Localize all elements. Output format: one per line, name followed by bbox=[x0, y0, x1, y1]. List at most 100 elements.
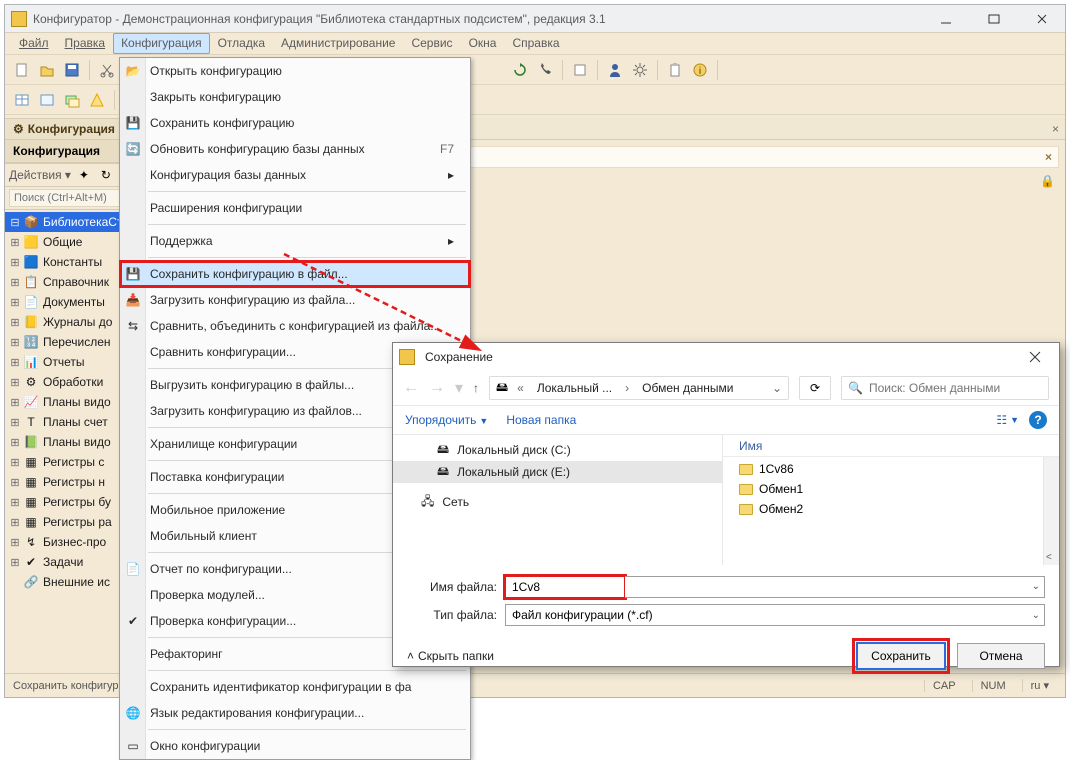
dialog-fields: Имя файла: 1Cv8 ⌄ Тип файла: Файл конфиг… bbox=[393, 565, 1059, 637]
menu-debug[interactable]: Отладка bbox=[210, 33, 273, 54]
gear-small-icon: ⚙ bbox=[13, 122, 24, 136]
menu-lang[interactable]: 🌐Язык редактирования конфигурации... bbox=[120, 700, 470, 726]
main-window: Конфигуратор - Демонстрационная конфигур… bbox=[4, 4, 1066, 698]
view-list-icon: ☷ bbox=[996, 413, 1007, 427]
dialog-app-icon bbox=[399, 349, 415, 365]
compare-merge-icon: ⇆ bbox=[124, 317, 142, 335]
chevron-down-icon[interactable]: ⌄ bbox=[769, 381, 788, 395]
menubar: Файл Правка Конфигурация Отладка Админис… bbox=[5, 33, 1065, 55]
table-icon[interactable] bbox=[11, 89, 33, 111]
disk-icon: 🖴 bbox=[437, 462, 449, 483]
menu-compare-merge[interactable]: ⇆Сравнить, объединить с конфигурацией из… bbox=[120, 313, 470, 339]
dialog-footer: ˄Скрыть папки Сохранить Отмена bbox=[393, 637, 1059, 671]
dialog-search[interactable]: 🔍 bbox=[841, 376, 1049, 400]
file-item[interactable]: Обмен2 bbox=[723, 499, 1059, 519]
nav-up-icon[interactable]: ↑ bbox=[473, 381, 479, 395]
help-button[interactable]: ? bbox=[1029, 411, 1047, 429]
refresh-button[interactable]: ⟳ bbox=[799, 376, 831, 400]
nav-drive-c[interactable]: 🖴Локальный диск (C:) bbox=[393, 439, 722, 461]
folder-open-icon: 📂 bbox=[124, 62, 142, 80]
menu-update-db[interactable]: 🔄Обновить конфигурацию базы данныхF7 bbox=[120, 136, 470, 162]
network-icon: 🖧 bbox=[421, 492, 434, 513]
menu-file[interactable]: Файл bbox=[11, 33, 57, 54]
status-lang[interactable]: ru ▾ bbox=[1022, 679, 1057, 692]
clipboard-icon[interactable] bbox=[664, 59, 686, 81]
save-button[interactable]: Сохранить bbox=[857, 643, 945, 669]
cut-icon[interactable] bbox=[96, 59, 118, 81]
nav-network[interactable]: 🖧Сеть bbox=[393, 491, 722, 513]
view-mode-button[interactable]: ☷▼ bbox=[996, 413, 1019, 427]
menu-save-to-file[interactable]: 💾Сохранить конфигурацию в файл... bbox=[120, 261, 470, 287]
report-icon: 📄 bbox=[124, 560, 142, 578]
dialog-search-input[interactable] bbox=[867, 380, 1042, 396]
minimize-button[interactable] bbox=[929, 9, 963, 29]
cancel-button[interactable]: Отмена bbox=[957, 643, 1045, 669]
file-item[interactable]: Обмен1 bbox=[723, 479, 1059, 499]
filetype-row: Тип файла: Файл конфигурации (*.cf)⌄ bbox=[407, 601, 1045, 629]
menu-service[interactable]: Сервис bbox=[403, 33, 460, 54]
menu-open-config[interactable]: 📂Открыть конфигурацию bbox=[120, 58, 470, 84]
save-icon[interactable] bbox=[61, 59, 83, 81]
titlebar: Конфигуратор - Демонстрационная конфигур… bbox=[5, 5, 1065, 33]
menu-help[interactable]: Справка bbox=[504, 33, 567, 54]
nav-back-icon[interactable]: ← bbox=[403, 379, 419, 397]
menu-window-config[interactable]: ▭Окно конфигурации bbox=[120, 733, 470, 759]
nav-fwd-icon[interactable]: → bbox=[429, 379, 445, 397]
nav-tree: 🖴Локальный диск (C:) 🖴Локальный диск (E:… bbox=[393, 435, 723, 565]
refresh-icon[interactable] bbox=[509, 59, 531, 81]
svg-text:i: i bbox=[699, 66, 701, 77]
close-button[interactable] bbox=[1025, 9, 1059, 29]
db-refresh-icon: 🔄 bbox=[124, 140, 142, 158]
doc-search-close-icon[interactable]: × bbox=[1039, 150, 1058, 164]
menu-config[interactable]: Конфигурация bbox=[113, 33, 210, 54]
action-btn-1[interactable]: ✦ bbox=[75, 166, 93, 184]
file-item[interactable]: 1Cv86 bbox=[723, 459, 1059, 479]
layer-icon[interactable] bbox=[61, 89, 83, 111]
drive-icon: 🖴 bbox=[496, 378, 508, 399]
dialog-close-button[interactable] bbox=[1017, 347, 1053, 367]
menu-extensions[interactable]: Расширения конфигурации bbox=[120, 195, 470, 221]
menu-load-from-file[interactable]: 📥Загрузить конфигурацию из файла... bbox=[120, 287, 470, 313]
filename-ext[interactable]: ⌄ bbox=[625, 576, 1045, 598]
menu-save-config[interactable]: 💾Сохранить конфигурацию bbox=[120, 110, 470, 136]
window-title: Конфигуратор - Демонстрационная конфигур… bbox=[33, 12, 929, 26]
menu-db-config[interactable]: Конфигурация базы данных▸ bbox=[120, 162, 470, 188]
open-icon[interactable] bbox=[36, 59, 58, 81]
save-dialog: Сохранение ← → ▾ ↑ 🖴 « Локальный ... › О… bbox=[392, 342, 1060, 667]
nav-recent-icon[interactable]: ▾ bbox=[455, 378, 463, 398]
col-name-header[interactable]: Имя bbox=[723, 435, 1059, 457]
save-file-icon: 💾 bbox=[124, 265, 142, 283]
menu-windows[interactable]: Окна bbox=[461, 33, 505, 54]
warning-icon[interactable] bbox=[86, 89, 108, 111]
newfolder-button[interactable]: Новая папка bbox=[506, 413, 576, 427]
filename-label: Имя файла: bbox=[407, 580, 505, 594]
info-icon[interactable]: i bbox=[689, 59, 711, 81]
call-icon[interactable] bbox=[534, 59, 556, 81]
status-num: NUM bbox=[972, 680, 1014, 692]
new-icon[interactable] bbox=[11, 59, 33, 81]
scrollbar[interactable]: < bbox=[1043, 457, 1059, 565]
copy2-icon[interactable] bbox=[569, 59, 591, 81]
menu-save-id[interactable]: Сохранить идентификатор конфигурации в ф… bbox=[120, 674, 470, 700]
nav-drive-e[interactable]: 🖴Локальный диск (E:) bbox=[393, 461, 722, 483]
organize-button[interactable]: Упорядочить▼ bbox=[405, 413, 488, 427]
gear-icon[interactable] bbox=[629, 59, 651, 81]
filetype-select[interactable]: Файл конфигурации (*.cf)⌄ bbox=[505, 604, 1045, 626]
menu-close-config[interactable]: Закрыть конфигурацию bbox=[120, 84, 470, 110]
dialog-nav: ← → ▾ ↑ 🖴 « Локальный ... › Обмен данным… bbox=[393, 371, 1059, 405]
hide-folders-link[interactable]: ˄Скрыть папки bbox=[407, 649, 494, 663]
filetype-label: Тип файла: bbox=[407, 608, 505, 622]
folder-icon bbox=[739, 504, 753, 515]
user-icon[interactable] bbox=[604, 59, 626, 81]
form-icon[interactable] bbox=[36, 89, 58, 111]
filename-input[interactable]: 1Cv8 bbox=[505, 576, 625, 598]
menu-support[interactable]: Поддержка▸ bbox=[120, 228, 470, 254]
breadcrumb[interactable]: 🖴 « Локальный ... › Обмен данными ⌄ bbox=[489, 376, 789, 400]
action-btn-2[interactable]: ↻ bbox=[97, 166, 115, 184]
tabbar-close-icon[interactable]: × bbox=[1046, 122, 1065, 136]
menu-admin[interactable]: Администрирование bbox=[273, 33, 403, 54]
menu-edit[interactable]: Правка bbox=[57, 33, 114, 54]
dialog-titlebar: Сохранение bbox=[393, 343, 1059, 371]
actions-label[interactable]: Действия ▾ bbox=[9, 168, 71, 182]
maximize-button[interactable] bbox=[977, 9, 1011, 29]
